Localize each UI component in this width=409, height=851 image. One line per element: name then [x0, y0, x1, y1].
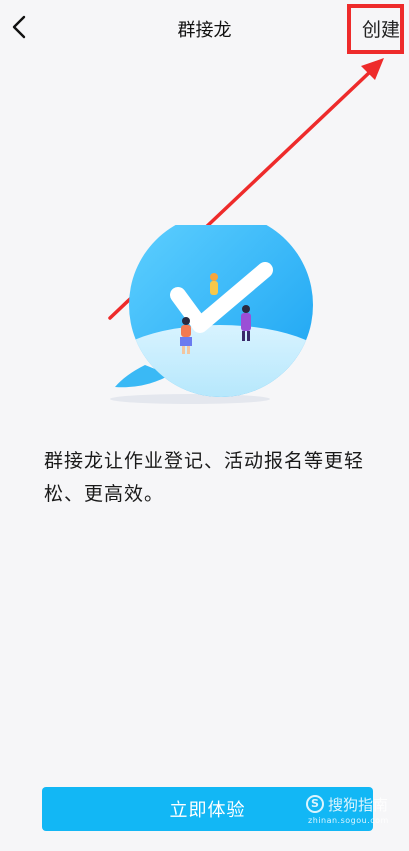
- speech-bubble-checkmark-illustration: [110, 225, 313, 404]
- feature-description: 群接龙让作业登记、活动报名等更轻松、更高效。: [44, 450, 365, 505]
- watermark-url: zhinan.sogou.com: [308, 816, 389, 825]
- sogou-logo-icon: S: [306, 795, 324, 813]
- watermark-name: 搜狗指南: [328, 796, 389, 814]
- annotation-arrow: [108, 58, 384, 320]
- sogou-watermark: S 搜狗指南 zhinan.sogou.com: [306, 795, 406, 829]
